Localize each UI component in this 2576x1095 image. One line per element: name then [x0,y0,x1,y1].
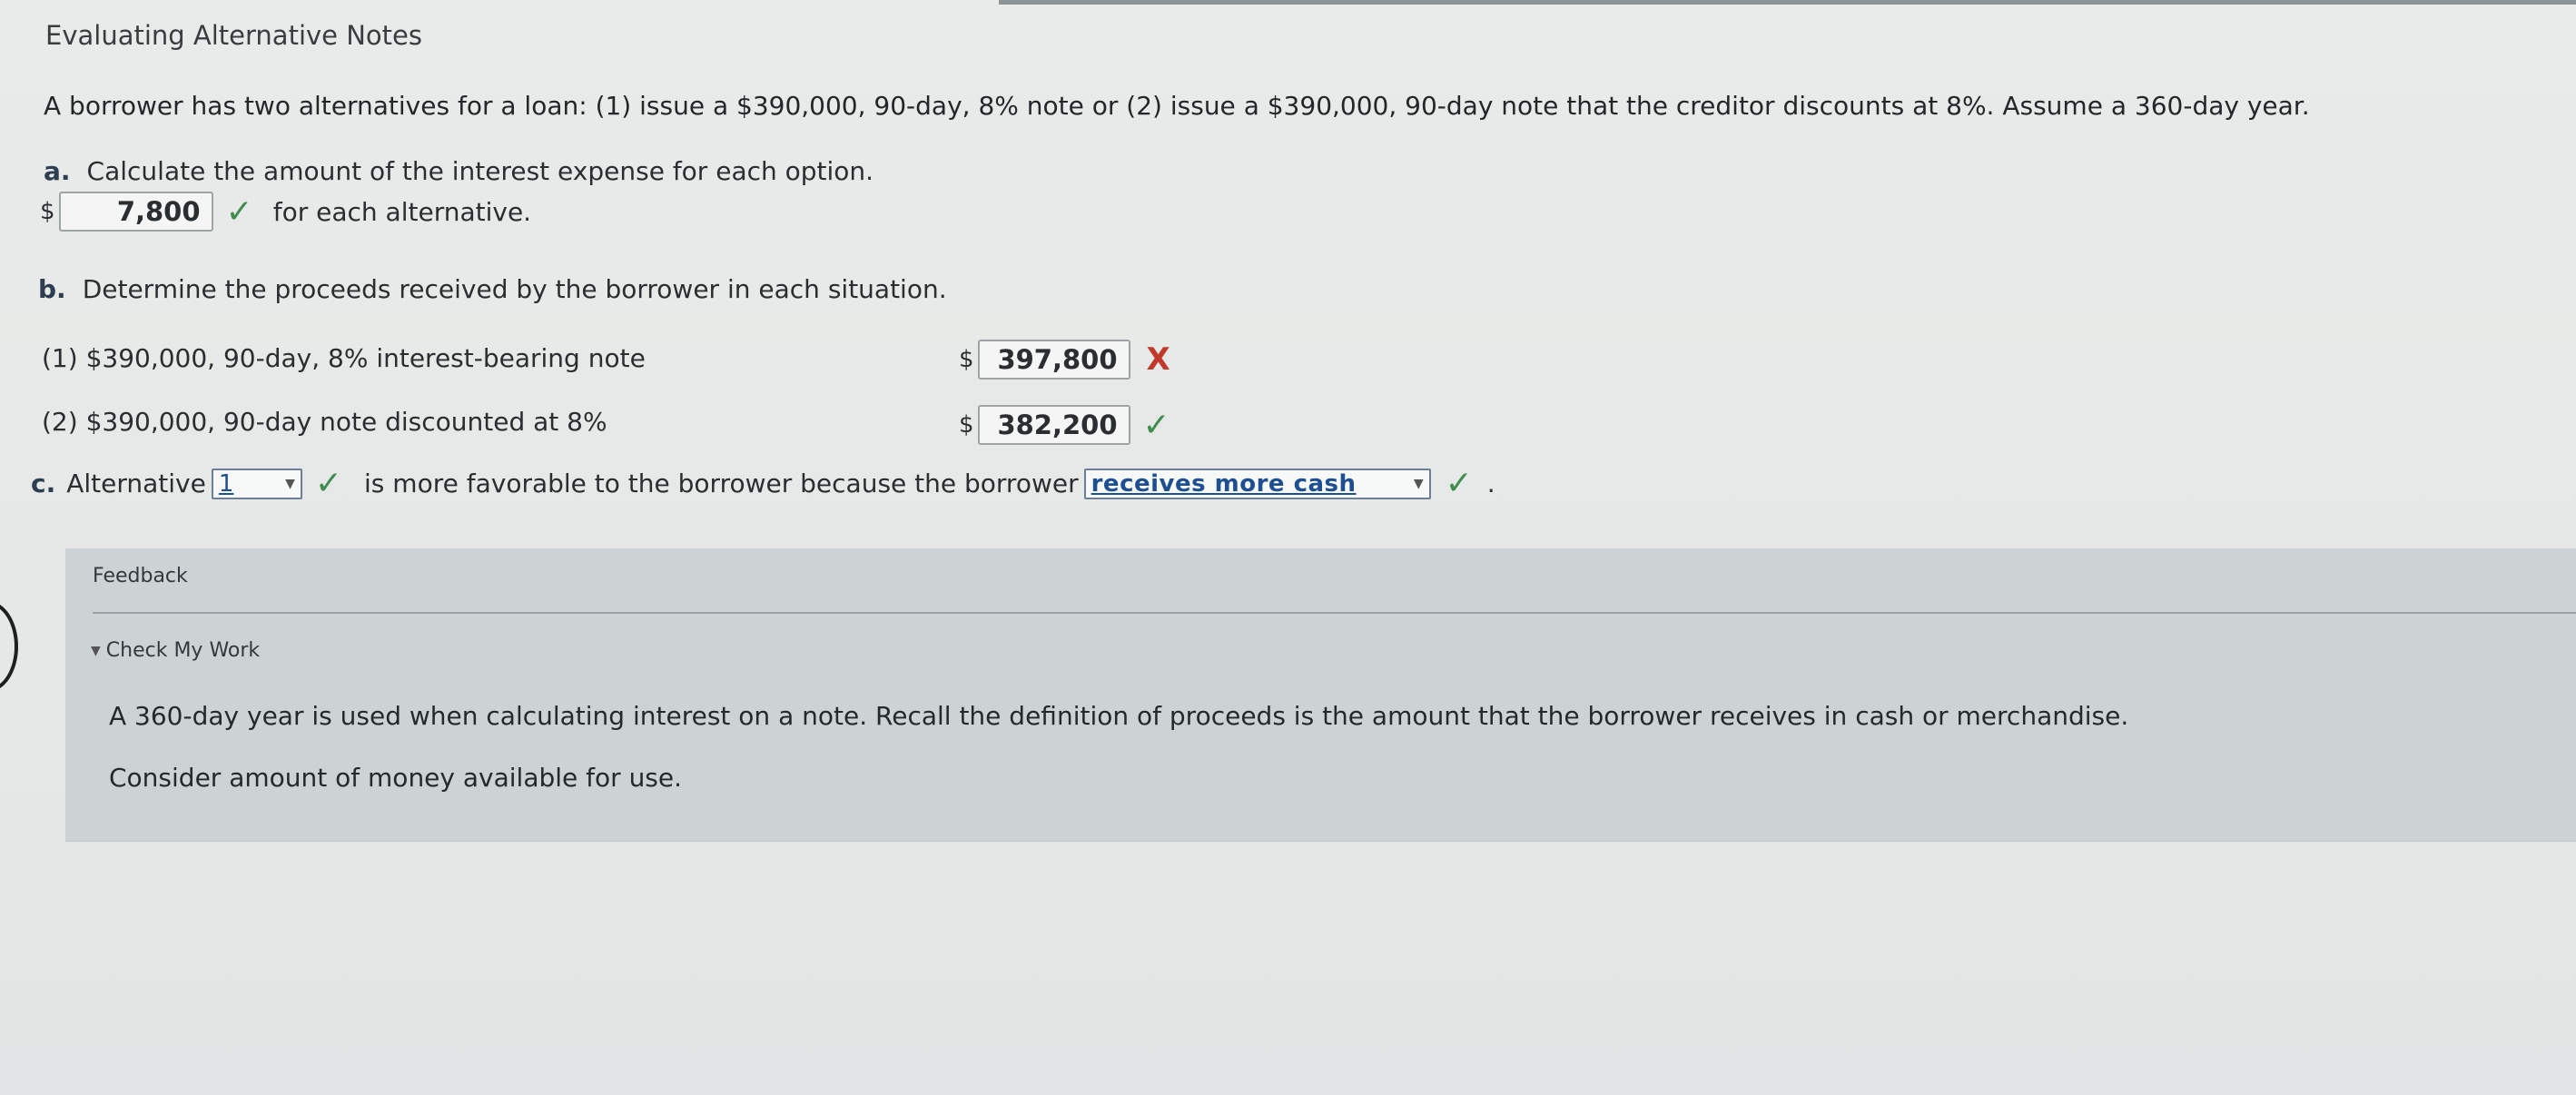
alternative-select-value: 1 [218,469,234,498]
interest-expense-input[interactable]: 7,800 [58,192,213,232]
feedback-divider [93,612,2576,614]
part-b-question: b. Determine the proceeds received by the… [38,274,947,304]
chevron-down-icon: ▼ [1413,476,1424,491]
reason-select-value: receives more cash [1091,469,1357,498]
currency-symbol: $ [959,411,974,439]
part-a-suffix: for each alternative. [272,196,532,227]
problem-title: Evaluating Alternative Notes [45,20,422,51]
part-a-answer-row: $ 7,800 ✓ for each alternative. [40,189,531,234]
feedback-paragraph-2: Consider amount of money available for u… [109,763,683,793]
check-icon: ✓ [314,465,343,502]
page: Evaluating Alternative Notes A borrower … [0,0,2576,1095]
check-icon: ✓ [225,192,253,231]
part-a-question: a. Calculate the amount of the interest e… [44,156,873,186]
part-c-letter: c. [31,469,56,498]
part-c-middle: is more favorable to the borrower becaus… [364,469,1079,498]
part-b-letter: b. [38,274,66,304]
currency-symbol: $ [40,198,55,225]
part-b-row-1-label: (1) $390,000, 90-day, 8% interest-bearin… [42,343,646,373]
currency-symbol: $ [959,346,974,373]
part-a-text: Calculate the amount of the interest exp… [86,156,874,186]
part-c-question: c. Alternative 1 ▼ ✓ is more favorable t… [31,465,1495,502]
top-bar [999,0,2576,5]
chevron-down-icon: ▼ [285,476,295,491]
check-icon: ✓ [1445,465,1473,502]
reason-select[interactable]: receives more cash ▼ [1083,468,1431,499]
incorrect-x-icon: X [1146,341,1170,378]
part-a-letter: a. [44,156,71,186]
check-my-work-label: Check My Work [105,639,261,662]
proceeds-discounted-input[interactable]: 382,200 [977,405,1130,445]
problem-intro: A borrower has two alternatives for a lo… [44,91,2310,121]
edge-circle-icon [0,601,18,692]
triangle-down-icon: ▼ [91,643,101,658]
part-b-row-2-answer: $ 382,200 ✓ [959,405,1170,445]
check-my-work-toggle[interactable]: ▼ Check My Work [91,639,260,662]
feedback-paragraph-1: A 360-day year is used when calculating … [109,701,2129,731]
feedback-panel: Feedback ▼ Check My Work A 360-day year … [65,548,2576,841]
feedback-title: Feedback [93,565,188,587]
proceeds-interest-bearing-input[interactable]: 397,800 [977,340,1130,380]
part-c-prefix: Alternative [66,469,206,498]
part-b-row-2-label: (2) $390,000, 90-day note discounted at … [42,407,607,437]
part-c-period: . [1486,469,1495,498]
part-b-row-1-answer: $ 397,800 X [959,340,1170,380]
part-b-text: Determine the proceeds received by the b… [82,274,947,304]
check-icon: ✓ [1142,406,1170,444]
alternative-select[interactable]: 1 ▼ [211,468,302,499]
